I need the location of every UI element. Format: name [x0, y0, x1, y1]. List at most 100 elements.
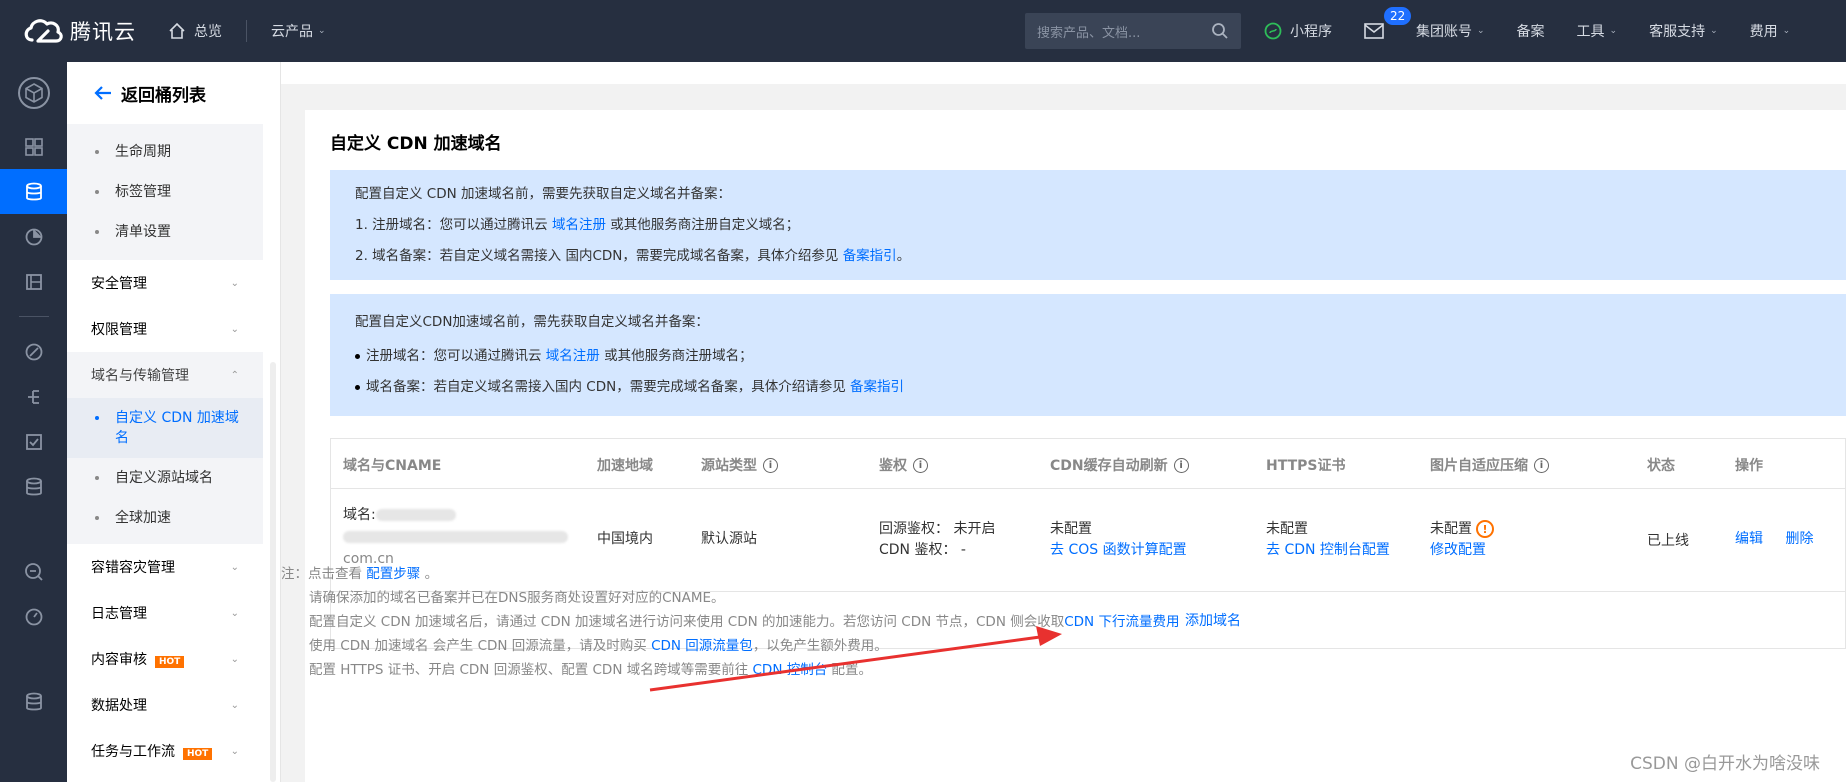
gauge-icon: [25, 608, 42, 625]
beian-guide-link[interactable]: 备案指引: [850, 379, 904, 395]
menu-label: 数据处理: [91, 698, 147, 714]
notice-text: 域名备案：若自定义域名需接入国内 CDN，需要完成域名备案，具体介绍请参见: [366, 379, 851, 395]
cdn-traffic-fee-link[interactable]: CDN 下行流量费用: [1064, 614, 1179, 630]
rail-dashboard-button[interactable]: [0, 124, 67, 169]
rail-catalog-button[interactable]: [0, 259, 67, 304]
back-to-bucket-list[interactable]: 返回桶列表: [67, 62, 280, 124]
info-icon[interactable]: i: [913, 457, 928, 473]
menu-label: 容错容灾管理: [91, 560, 175, 576]
rail-scan-button[interactable]: [0, 329, 67, 374]
info-icon[interactable]: i: [763, 457, 778, 473]
menu-label: 任务与工作流: [91, 744, 175, 760]
rail-check-button[interactable]: [0, 419, 67, 464]
sidebar-item-custom-cdn[interactable]: 自定义 CDN 加速域名: [67, 398, 263, 458]
sidebar-item-global-accel[interactable]: 全球加速: [67, 498, 263, 538]
col-label: 源站类型: [701, 458, 757, 474]
beian-link[interactable]: 备案: [1517, 21, 1545, 41]
csdn-watermark: CSDN @白开水为啥没味: [1630, 754, 1820, 774]
nav-home-label: 总览: [194, 24, 222, 40]
sidebar-item-tags[interactable]: 标签管理: [67, 172, 263, 212]
sidebar-item-custom-origin[interactable]: 自定义源站域名: [67, 458, 263, 498]
domain-register-link[interactable]: 域名注册: [546, 348, 600, 364]
warning-icon[interactable]: !: [1476, 520, 1494, 538]
search-input[interactable]: 搜索产品、文档...: [1025, 13, 1241, 49]
domain-label: 域名:: [343, 507, 376, 523]
tree-icon: [27, 389, 39, 404]
beian-guide-link[interactable]: 备案指引: [843, 248, 897, 264]
sidebar-item-label: 全球加速: [115, 510, 171, 526]
note-text: 使用 CDN 加速域名 会产生 CDN 回源流量，请及时购买: [309, 638, 652, 654]
image-compress-status: 未配置: [1430, 521, 1472, 537]
info-icon[interactable]: i: [1534, 457, 1549, 473]
catalog-icon: [25, 273, 42, 290]
back-label: 返回桶列表: [121, 85, 206, 106]
domain-register-link[interactable]: 域名注册: [552, 217, 606, 233]
info-icon[interactable]: i: [1173, 457, 1189, 473]
divider: [246, 20, 247, 42]
chevron-down-icon: ⌄: [230, 653, 239, 665]
rail-cube-button[interactable]: [0, 62, 67, 124]
notice-box-2: 配置自定义CDN加速域名前，需先获取自定义域名并备案： 注册域名：您可以通过腾讯…: [330, 294, 1846, 416]
scan-icon: [25, 343, 42, 360]
cdn-auth-text: CDN 鉴权： -: [879, 542, 966, 558]
image-compress-cell: 未配置! 修改配置: [1430, 519, 1494, 561]
cos-function-config-link[interactable]: 去 COS 函数计算配置: [1050, 540, 1187, 561]
mini-program-label: 小程序: [1290, 24, 1332, 40]
nav-products[interactable]: 云产品 ⌄: [271, 21, 326, 41]
menu-permission[interactable]: 权限管理 ⌄: [67, 306, 263, 352]
cdn-console-link[interactable]: CDN 控制台: [753, 662, 828, 678]
rail-db-button[interactable]: [0, 464, 67, 509]
search-icon[interactable]: [1211, 22, 1229, 40]
cdn-origin-package-link[interactable]: CDN 回源流量包: [651, 638, 753, 654]
mail-button[interactable]: 22: [1364, 5, 1414, 39]
modify-config-link[interactable]: 修改配置: [1430, 540, 1494, 561]
account-menu[interactable]: 集团账号 ⌄: [1416, 21, 1485, 41]
sidebar-item-label: 生命周期: [115, 144, 171, 160]
menu-disaster[interactable]: 容错容灾管理 ⌄: [67, 544, 263, 590]
billing-label: 费用: [1749, 24, 1778, 40]
bullet-icon: [95, 230, 99, 234]
col-domain: 域名与CNAME: [343, 455, 441, 475]
menu-security[interactable]: 安全管理 ⌄: [67, 260, 263, 306]
menu-content-review[interactable]: 内容审核 HOT ⌄: [67, 636, 263, 682]
notice-line: 2. 域名备案：若自定义域名需接入 国内CDN，需要完成域名备案，具体介绍参见 …: [355, 241, 1846, 272]
menu-workflow[interactable]: 任务与工作流 HOT ⌄: [67, 728, 263, 774]
mini-program-link[interactable]: 小程序: [1264, 21, 1332, 41]
config-steps-link[interactable]: 配置步骤: [366, 566, 420, 582]
notice-heading: 配置自定义 CDN 加速域名前，需要先获取自定义域名并备案：: [355, 186, 732, 202]
chevron-down-icon: ⌄: [230, 699, 239, 711]
account-label: 集团账号: [1416, 24, 1472, 40]
rail-search-button[interactable]: [0, 549, 67, 594]
col-https: HTTPS证书: [1266, 455, 1345, 475]
edit-link[interactable]: 编辑: [1735, 531, 1763, 547]
cdn-console-config-link[interactable]: 去 CDN 控制台配置: [1266, 540, 1390, 561]
rail-tree-button[interactable]: [0, 374, 67, 419]
menu-domain-transfer[interactable]: 域名与传输管理 ⌃: [67, 352, 263, 398]
tencent-cloud-logo-icon: [24, 19, 63, 43]
sidebar-item-inventory[interactable]: 清单设置: [67, 212, 263, 252]
delete-link[interactable]: 删除: [1785, 531, 1813, 547]
support-menu[interactable]: 客服支持 ⌄: [1649, 21, 1718, 41]
sidebar-scrollbar[interactable]: [270, 362, 276, 782]
main-content: 自定义 CDN 加速域名 配置自定义 CDN 加速域名前，需要先获取自定义域名并…: [281, 62, 1846, 782]
nav-home[interactable]: 总览: [168, 21, 222, 41]
submenu-group-domain: 自定义 CDN 加速域名 自定义源站域名 全球加速: [67, 398, 263, 544]
rail-storage-button[interactable]: [0, 169, 67, 214]
rail-gauge-button[interactable]: [0, 594, 67, 639]
billing-menu[interactable]: 费用 ⌄: [1750, 21, 1791, 41]
rail-storage2-button[interactable]: [0, 679, 67, 724]
brand-logo[interactable]: 腾讯云: [0, 16, 160, 46]
home-icon: [169, 22, 185, 39]
sidebar-item-lifecycle[interactable]: 生命周期: [67, 132, 263, 172]
add-domain-link[interactable]: 添加域名: [1185, 610, 1241, 630]
icon-rail: [0, 62, 67, 782]
col-auth: 鉴权 i: [879, 455, 928, 475]
redacted-domain: [375, 509, 456, 521]
menu-data-processing[interactable]: 数据处理 ⌄: [67, 682, 263, 728]
tools-menu[interactable]: 工具 ⌄: [1577, 21, 1618, 41]
chevron-down-icon: ⌄: [230, 277, 239, 289]
sidebar-item-label: 自定义 CDN 加速域名: [115, 410, 239, 446]
chevron-down-icon: ⌄: [1477, 26, 1485, 36]
rail-stats-button[interactable]: [0, 214, 67, 259]
menu-log[interactable]: 日志管理 ⌄: [67, 590, 263, 636]
